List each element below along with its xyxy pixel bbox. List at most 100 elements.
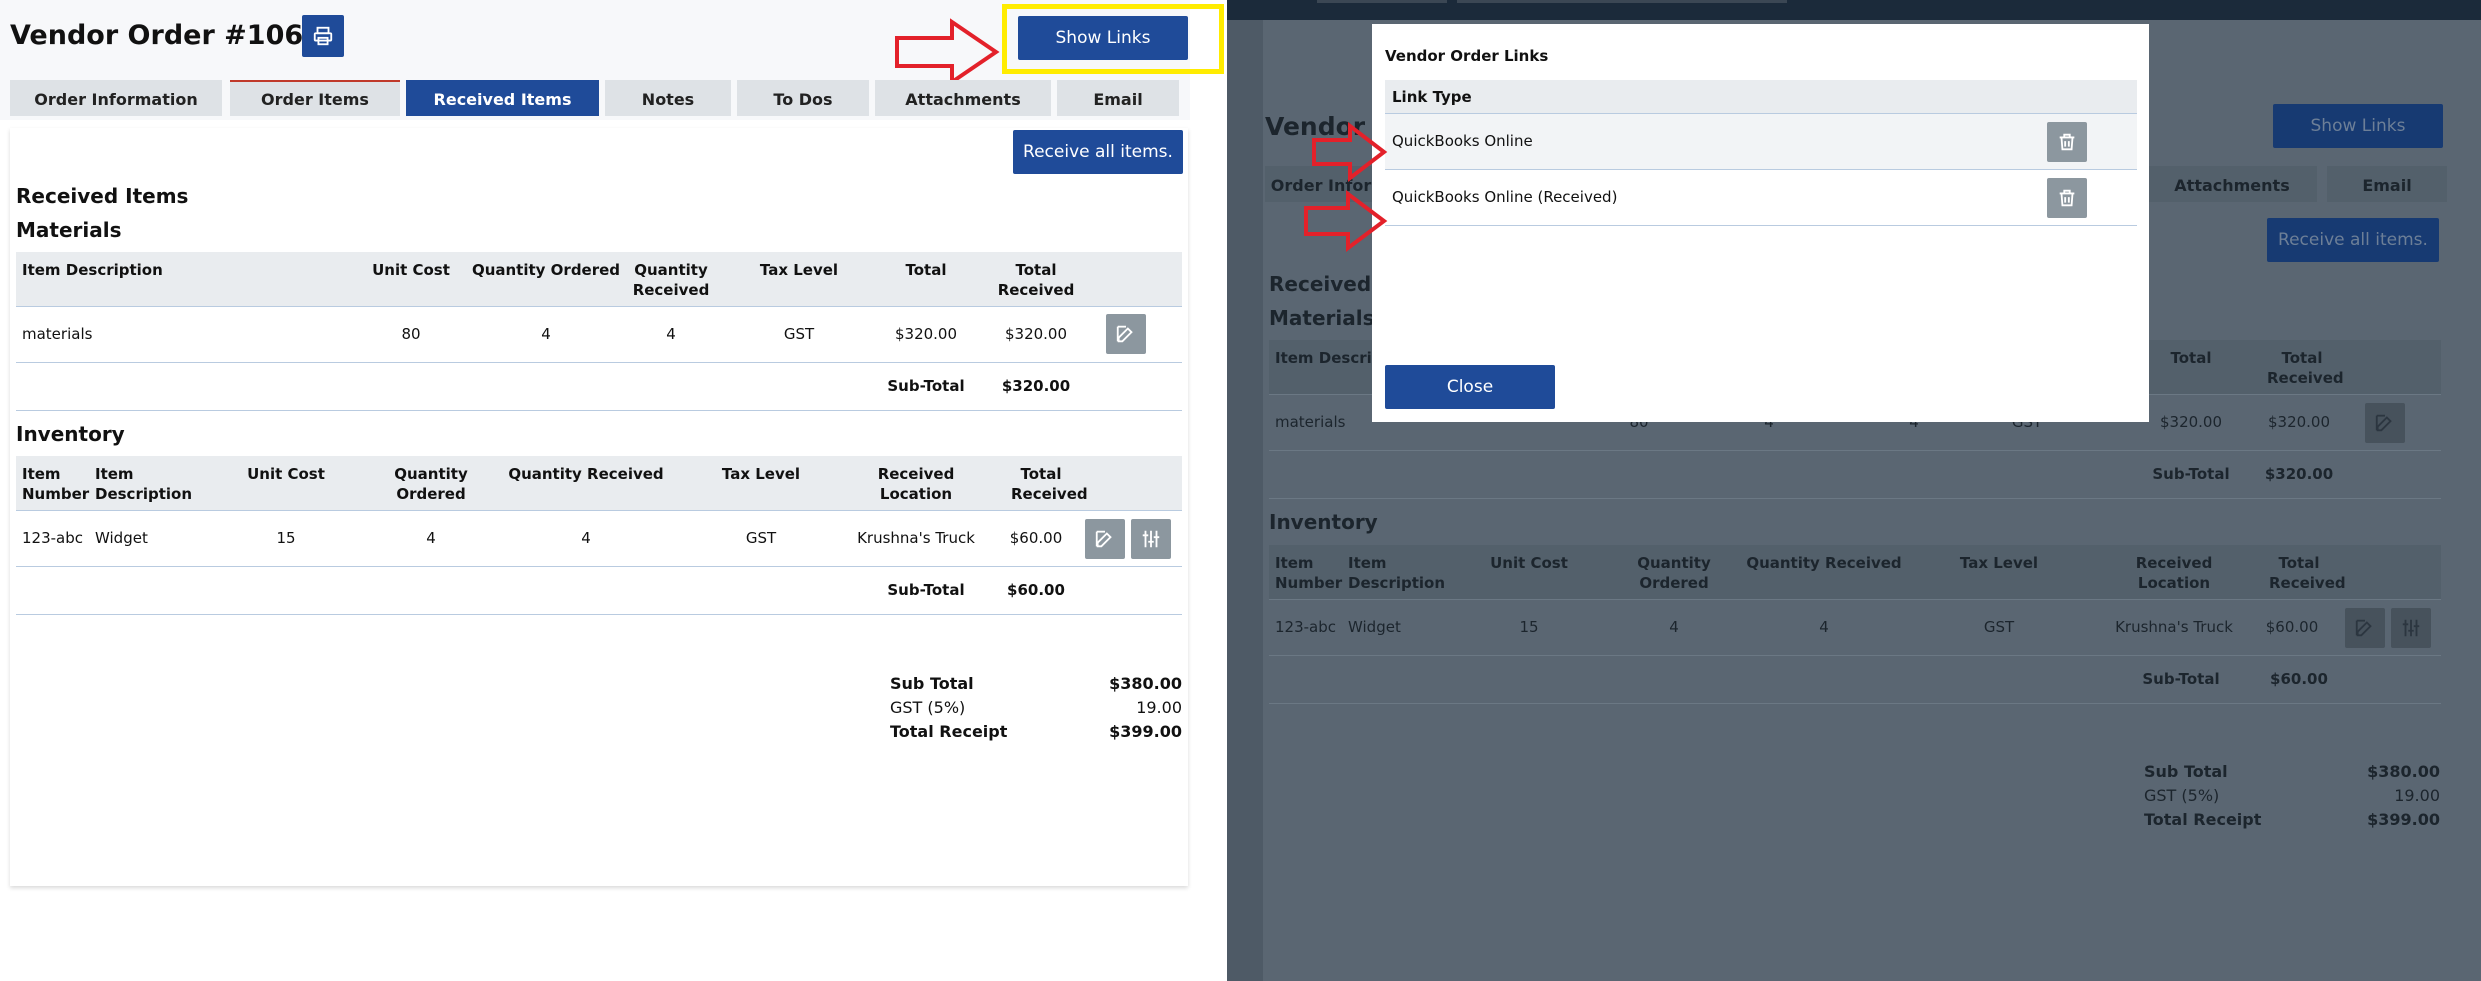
- background-receive-all-button: Receive all items.: [2267, 218, 2439, 262]
- receive-all-button[interactable]: Receive all items.: [1013, 130, 1183, 174]
- edit-icon: [2375, 414, 2392, 432]
- print-button[interactable]: [302, 15, 344, 57]
- col-tax-level: Tax Level: [1959, 554, 2039, 572]
- background-inventory-header: Item Number Item Description Unit Cost Q…: [1269, 545, 2441, 600]
- show-links-button[interactable]: Show Links: [1018, 16, 1188, 60]
- item-description: Widget: [95, 529, 148, 547]
- links-table-header: Link Type: [1385, 80, 2137, 114]
- col-link-type: Link Type: [1392, 88, 1472, 106]
- tab-email[interactable]: Email: [1057, 80, 1179, 116]
- subtotal-value: $60.00: [2270, 670, 2328, 688]
- subtotal-label: Sub-Total: [887, 581, 965, 599]
- materials-heading: Materials: [16, 218, 122, 242]
- tab-notes[interactable]: Notes: [605, 80, 731, 116]
- trash-icon: [2059, 189, 2075, 207]
- edit-button: [2345, 608, 2385, 648]
- tab-received-items[interactable]: Received Items: [406, 80, 599, 116]
- modal-title: Vendor Order Links: [1385, 47, 1549, 65]
- col-item-description: Item Description: [22, 261, 163, 279]
- col-item-number: Item Number: [22, 465, 90, 503]
- col-total-received: Total Received: [2269, 554, 2346, 592]
- total-received: $60.00: [1009, 529, 1063, 547]
- col-total-received: Total Received: [1011, 465, 1088, 503]
- close-button[interactable]: Close: [1385, 365, 1555, 409]
- quantity-ordered: 4: [1669, 618, 1679, 636]
- summary-block: Sub Total $380.00 GST (5%) 19.00 Total R…: [890, 672, 1182, 744]
- tab-order-items[interactable]: Order Items: [230, 80, 400, 116]
- link-type: QuickBooks Online (Received): [1392, 188, 1618, 206]
- col-tax-level: Tax Level: [721, 465, 801, 483]
- tab-attachments[interactable]: Attachments: [875, 80, 1051, 116]
- edit-icon: [1095, 530, 1112, 548]
- col-quantity-ordered: Quantity Ordered: [394, 465, 468, 503]
- received-items-heading: Received Items: [16, 184, 189, 208]
- quantity-ordered: 4: [426, 529, 436, 547]
- delete-link-button[interactable]: [2047, 178, 2087, 218]
- quantity-received: 4: [666, 325, 676, 343]
- tax-level: GST: [745, 529, 777, 547]
- value: $380.00: [1109, 674, 1182, 693]
- col-total: Total: [2170, 349, 2212, 367]
- link-row: QuickBooks Online (Received): [1385, 170, 2137, 226]
- tab-order-information[interactable]: Order Information: [10, 80, 222, 116]
- col-item-description: Item Description: [1348, 554, 1446, 592]
- quantity-ordered: 4: [541, 325, 551, 343]
- materials-table-header: Item Description Unit Cost Quantity Orde…: [16, 252, 1182, 307]
- background-summary: Sub Total $380.00 GST (5%) 19.00 Total R…: [2144, 760, 2440, 832]
- item-description: materials: [22, 325, 93, 343]
- summary-gst: GST (5%) 19.00: [2144, 784, 2440, 808]
- table-row: materials 80 4 4 GST $320.00 $320.00: [16, 307, 1182, 363]
- subtotal-label: Sub-Total: [2142, 670, 2220, 688]
- total-received: $60.00: [2265, 618, 2319, 636]
- item-description: Widget: [1348, 618, 1401, 636]
- received-location: Krushna's Truck: [2115, 618, 2233, 636]
- item-number: 123-abc: [22, 529, 84, 547]
- col-unit-cost: Unit Cost: [1490, 554, 1568, 572]
- label: Sub Total: [890, 674, 974, 693]
- total-received: $320.00: [2267, 413, 2331, 431]
- col-total-received: Total Received: [997, 261, 1075, 299]
- total: $320.00: [2159, 413, 2223, 431]
- adjust-button[interactable]: [1131, 519, 1171, 559]
- label: Total Receipt: [890, 722, 1008, 741]
- col-received-location: Received Location: [877, 465, 955, 503]
- tab-to-dos[interactable]: To Dos: [737, 80, 869, 116]
- materials-subtotal-row: Sub-Total $320.00: [16, 363, 1182, 411]
- sliders-icon: [1142, 530, 1160, 548]
- subtotal-label: Sub-Total: [887, 377, 965, 395]
- printer-icon: [313, 26, 333, 46]
- table-row: 123-abc Widget 15 4 4 GST Krushna's Truc…: [16, 511, 1182, 567]
- background-subtotal-row: Sub-Total $60.00: [1269, 656, 2441, 704]
- col-item-description: Item Description: [95, 465, 193, 503]
- quantity-received: 4: [581, 529, 591, 547]
- total-received: $320.00: [1004, 325, 1068, 343]
- col-total-received: Total Received: [2267, 349, 2344, 387]
- tax-level: GST: [1983, 618, 2015, 636]
- edit-button[interactable]: [1106, 314, 1146, 354]
- topbar: [1227, 0, 2481, 20]
- background-materials-heading: Materials: [1269, 306, 1375, 330]
- received-location: Krushna's Truck: [857, 529, 975, 547]
- tab-bar: Order Information Order Items Received I…: [10, 80, 1179, 116]
- background-inventory-heading: Inventory: [1269, 510, 1378, 534]
- arrow-annotation: [1304, 190, 1388, 252]
- label: Total Receipt: [2144, 810, 2262, 829]
- edit-button[interactable]: [1085, 519, 1125, 559]
- col-quantity-received: Quantity Received: [1746, 554, 1902, 572]
- sliders-icon: [2402, 619, 2420, 637]
- unit-cost: 15: [276, 529, 296, 547]
- quantity-received: 4: [1819, 618, 1829, 636]
- delete-link-button[interactable]: [2047, 122, 2087, 162]
- value: 19.00: [1136, 698, 1182, 717]
- inventory-heading: Inventory: [16, 422, 125, 446]
- label: Sub Total: [2144, 762, 2228, 781]
- value: 19.00: [2394, 786, 2440, 805]
- summary-subtotal: Sub Total $380.00: [890, 672, 1182, 696]
- vendor-order-links-modal: Vendor Order Links Link Type QuickBooks …: [1372, 24, 2149, 422]
- edit-icon: [1116, 325, 1133, 343]
- value: $399.00: [2367, 810, 2440, 829]
- edit-icon: [2355, 619, 2372, 637]
- summary-total-receipt: Total Receipt $399.00: [2144, 808, 2440, 832]
- item-description: materials: [1275, 413, 1346, 431]
- unit-cost: 15: [1519, 618, 1539, 636]
